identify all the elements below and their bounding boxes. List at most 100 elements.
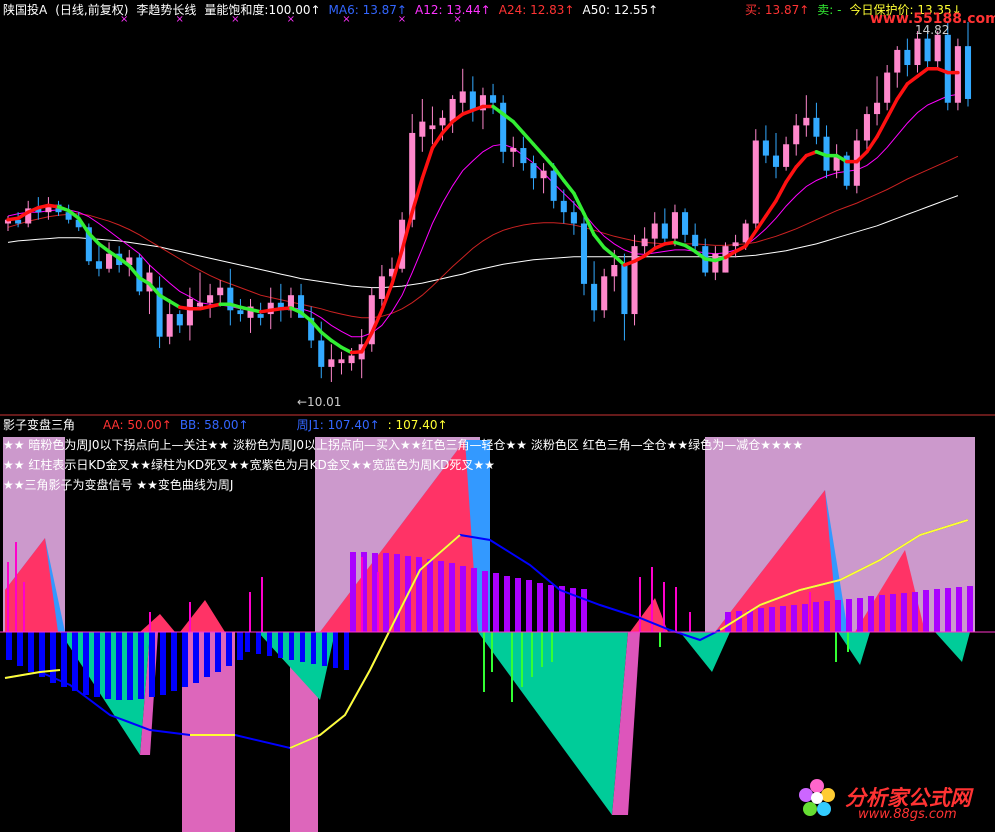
monthly-gold-bar xyxy=(879,595,885,632)
weekly-dead-bar xyxy=(289,632,294,660)
candle-body xyxy=(591,283,598,311)
candle-body xyxy=(601,276,608,311)
candle-body xyxy=(318,340,325,367)
candle-body xyxy=(176,314,183,326)
monthly-gold-bar xyxy=(967,586,973,632)
note-line-2: ★★ 红柱表示日KD金叉★★绿柱为KD死叉★★宽紫色为月KD金叉★★宽蓝色为周K… xyxy=(3,458,495,472)
candle-body xyxy=(338,359,345,364)
candle-body xyxy=(520,148,527,164)
candle-body xyxy=(732,242,739,247)
chart-canvas xyxy=(0,22,995,832)
monthly-gold-bar xyxy=(868,596,874,632)
monthly-gold-bar xyxy=(438,561,444,632)
candle-body xyxy=(712,253,719,273)
candle-body xyxy=(772,155,780,167)
monthly-gold-bar xyxy=(758,608,764,632)
weekly-dead-bar xyxy=(39,632,45,677)
stock-title: 陕国投A xyxy=(3,3,48,17)
monthly-gold-bar xyxy=(504,576,510,632)
trend-segment xyxy=(794,153,809,169)
weekly-dead-bar xyxy=(204,632,210,677)
monthly-gold-bar xyxy=(934,589,940,632)
candle-body xyxy=(328,359,335,367)
monthly-gold-bar xyxy=(427,559,433,632)
candle-body xyxy=(439,117,446,126)
weekly-dead-bar xyxy=(215,632,221,672)
candle-body xyxy=(348,355,355,364)
monthly-gold-bar xyxy=(890,594,896,632)
bottom-title: 影子变盘三角 xyxy=(3,418,76,432)
trend-segment xyxy=(895,82,910,101)
candle-body xyxy=(621,265,628,315)
price-chart xyxy=(4,22,972,382)
weekly-dead-bar xyxy=(6,632,12,660)
signal-markers: × × × × × × × xyxy=(120,14,484,25)
candle-body xyxy=(934,34,941,62)
candle-body xyxy=(217,287,224,296)
trend-segment xyxy=(531,142,546,158)
weekly-dead-bar xyxy=(116,632,122,700)
candle-body xyxy=(671,212,678,239)
ma24-value: A24: 12.83↑ xyxy=(498,3,575,17)
candle-body xyxy=(237,310,244,315)
weekly-dead-bar xyxy=(61,632,67,687)
trend-segment xyxy=(541,153,556,169)
note-line-3: ★★三角影子为变盘信号 ★★变色曲线为周J xyxy=(3,478,234,492)
monthly-gold-bar xyxy=(945,588,951,632)
candle-body xyxy=(894,49,901,73)
candle-body xyxy=(257,314,264,318)
weekly-dead-bar xyxy=(105,632,111,699)
trend-segment xyxy=(642,246,657,258)
candle-body xyxy=(469,91,476,111)
candle-body xyxy=(510,148,517,152)
trend-segment xyxy=(562,178,576,196)
candle-body xyxy=(207,295,214,303)
weekly-dead-bar xyxy=(160,632,166,695)
monthly-gold-bar xyxy=(736,611,742,632)
monthly-gold-bar xyxy=(901,593,907,632)
monthly-gold-bar xyxy=(537,583,543,632)
aa-value: AA: 50.00↑ xyxy=(103,418,172,432)
weekly-dead-bar xyxy=(237,632,243,660)
trend-segment xyxy=(875,116,889,139)
trend-segment xyxy=(572,191,586,216)
trend-segment xyxy=(511,119,526,135)
trend-segment xyxy=(764,199,778,218)
zhou-value: 周J1: 107.40↑ xyxy=(296,418,380,432)
monthly-gold-bar xyxy=(824,601,830,632)
candle-body xyxy=(530,163,537,179)
candle-body xyxy=(500,102,507,152)
candle-body xyxy=(459,91,466,103)
bb-value: BB: 58.00↑ xyxy=(179,418,249,432)
trend-segment xyxy=(167,299,182,310)
monthly-gold-bar xyxy=(559,586,565,632)
weekly-dead-bar xyxy=(300,632,305,662)
candle-body xyxy=(560,200,567,213)
candle-body xyxy=(944,34,951,103)
candle-body xyxy=(540,170,547,179)
candle-body xyxy=(742,223,749,243)
monthly-gold-bar xyxy=(460,566,466,632)
candle-body xyxy=(196,302,204,307)
candle-body xyxy=(661,223,668,239)
weekly-dead-bar xyxy=(245,632,250,652)
candle-body xyxy=(641,238,648,247)
candle-body xyxy=(227,287,234,311)
candle-body xyxy=(803,117,810,126)
candle-body xyxy=(884,72,891,103)
weekly-dead-bar xyxy=(171,632,177,691)
weekly-dead-bar xyxy=(256,632,261,654)
monthly-gold-bar xyxy=(548,585,554,632)
cyan-triangle xyxy=(935,632,970,662)
trend-segment xyxy=(915,67,930,79)
candle-body xyxy=(914,38,921,66)
candle-body xyxy=(186,298,193,326)
weekly-dead-bar xyxy=(50,632,56,683)
candle-body xyxy=(904,49,911,66)
candle-body xyxy=(964,46,972,99)
candle-body xyxy=(762,140,769,156)
ma50-value: A50: 12.55↑ xyxy=(582,3,659,17)
candle-body xyxy=(106,253,113,269)
buy-price: 买: 13.87↑ xyxy=(745,3,810,17)
monthly-gold-bar xyxy=(813,602,819,632)
